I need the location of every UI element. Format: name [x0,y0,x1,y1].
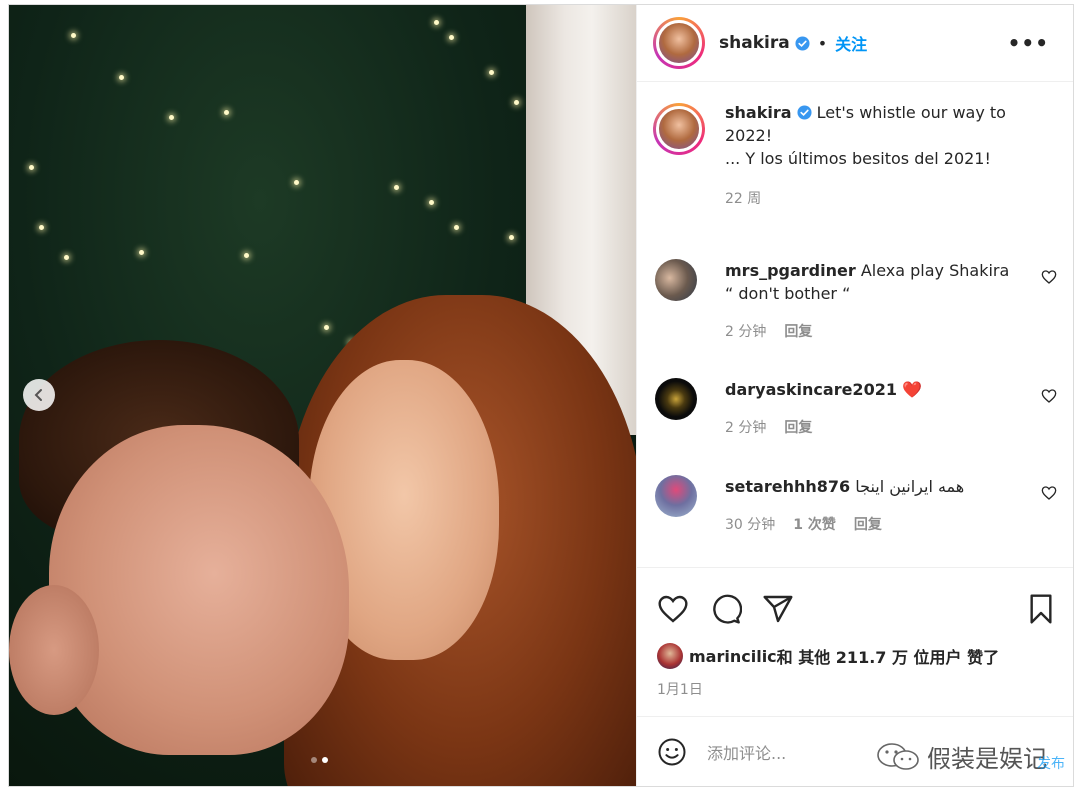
comment-like-heart-icon[interactable] [1041,388,1057,404]
man-ear [9,585,99,715]
wechat-icon [877,742,919,770]
caption-username[interactable]: shakira [725,103,792,122]
commenter-avatar[interactable] [655,378,697,420]
carousel-dot [311,757,317,763]
post-window: shakira • 关注 ••• shakira Let's whistle o… [8,4,1074,787]
more-options-button[interactable]: ••• [1008,31,1049,55]
carousel-dot-active [322,757,328,763]
comment-text: همه ایرانین اینجا [850,477,965,496]
comment-username[interactable]: daryaskincare2021 [725,380,897,399]
action-bar [637,567,1073,647]
add-comment-bar: 添加评论... 假装是娱记 发布 [637,716,1073,786]
verified-badge-icon [795,35,810,51]
caption-text-line2: ... Y los últimos besitos del 2021! [725,149,991,168]
comment-username[interactable]: setarehhh876 [725,477,850,496]
share-icon[interactable] [762,593,794,625]
liker-avatar[interactable] [657,643,683,669]
liker-username[interactable]: marincilic [689,647,777,666]
comment-item: setarehhh876 همه ایرانین اینجا 30 分钟 1 次… [655,475,1057,534]
likes-summary[interactable]: marincilic 和 其他 211.7 万 位用户 赞了 [657,643,999,669]
comment-item: daryaskincare2021 ❤️ 2 分钟 回复 [655,378,1057,437]
comment-icon[interactable] [710,593,742,625]
reply-button[interactable]: 回复 [784,417,812,437]
header-separator: • [817,33,828,53]
comment-like-heart-icon[interactable] [1041,485,1057,501]
man-face [49,425,349,755]
heart-icon[interactable] [657,593,689,625]
previous-image-button[interactable] [23,379,55,411]
comment-text: ❤️ [896,380,922,399]
emoji-icon[interactable] [657,737,687,767]
author-username[interactable]: shakira [719,33,790,53]
watermark-text: 假装是娱记 [927,745,1047,773]
bookmark-icon[interactable] [1025,593,1057,625]
post-photo[interactable] [9,5,636,786]
post-date[interactable]: 1月1日 [657,679,703,699]
reply-button[interactable]: 回复 [854,514,882,534]
comment-time[interactable]: 2 分钟 [725,321,766,341]
likes-count-text[interactable]: 和 其他 211.7 万 位用户 赞了 [777,644,999,668]
reply-button[interactable]: 回复 [784,321,812,341]
commenter-avatar[interactable] [655,475,697,517]
carousel-dots [311,757,328,763]
post-header: shakira • 关注 ••• [637,5,1073,82]
comment-time[interactable]: 2 分钟 [725,417,766,437]
chevron-left-icon [34,389,42,401]
follow-button[interactable]: 关注 [835,31,867,55]
comment-input[interactable]: 添加评论... [707,740,786,764]
comments-list[interactable]: shakira Let's whistle our way to 2022! .… [637,83,1073,567]
comment-like-heart-icon[interactable] [1041,269,1057,285]
post-side-panel: shakira • 关注 ••• shakira Let's whistle o… [636,5,1073,786]
author-avatar[interactable] [653,17,705,69]
watermark-subtext: 发布 [1037,756,1065,772]
caption: shakira Let's whistle our way to 2022! .… [653,101,1057,208]
verified-badge-icon [797,105,812,120]
caption-timestamp[interactable]: 22 周 [725,188,761,208]
comment-username[interactable]: mrs_pgardiner [725,261,856,280]
watermark: 假装是娱记 [875,739,1047,774]
commenter-avatar[interactable] [655,259,697,301]
caption-avatar[interactable] [653,103,705,155]
comment-time[interactable]: 30 分钟 [725,514,775,534]
comment-like-count[interactable]: 1 次赞 [793,514,836,534]
comment-item: mrs_pgardiner Alexa play Shakira “ don't… [655,259,1057,341]
